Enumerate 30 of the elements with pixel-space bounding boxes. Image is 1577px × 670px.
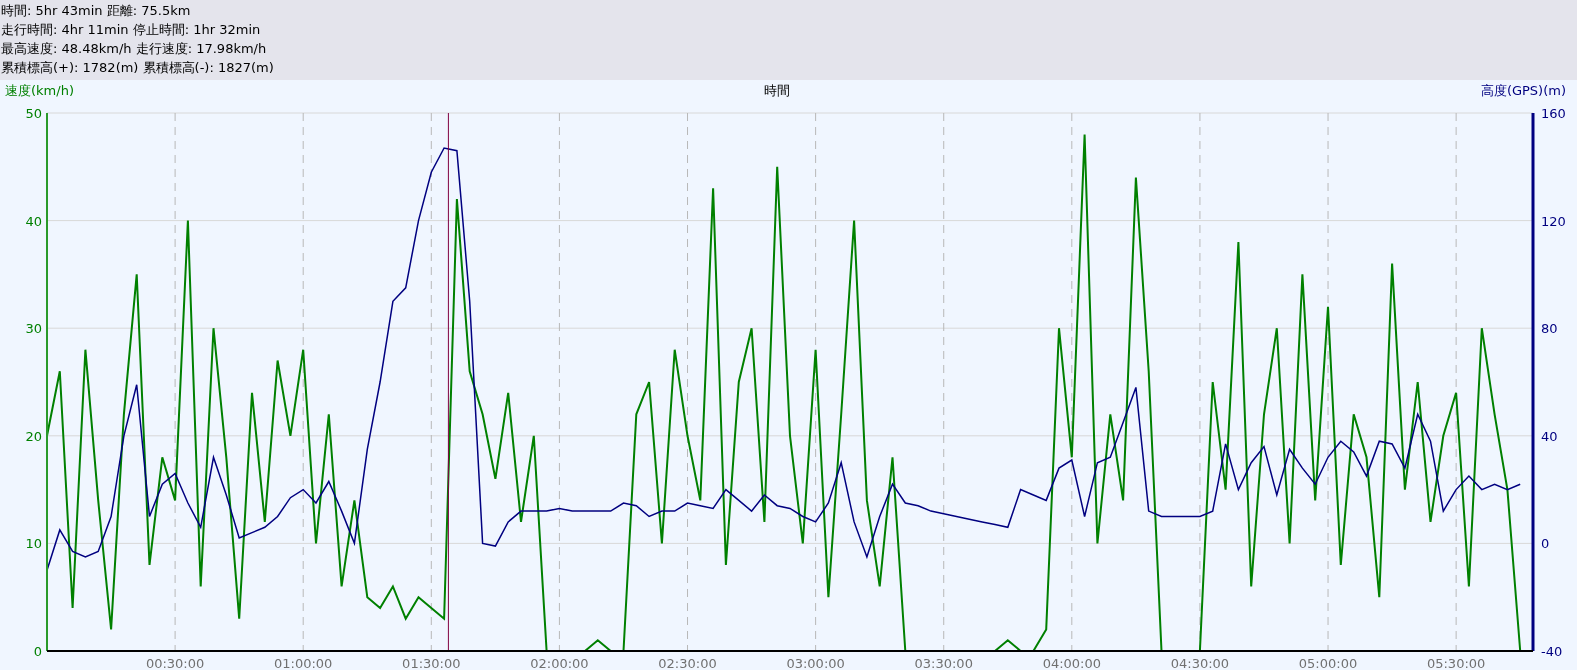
altitude-axis-label: 高度(GPS)(m) — [1480, 82, 1567, 101]
time-tick-label: 02:30:00 — [658, 656, 717, 670]
time-tick-label: 02:00:00 — [530, 656, 589, 670]
time-tick-label: 01:30:00 — [402, 656, 461, 670]
speed-axis-label: 速度(km/h) — [5, 82, 74, 101]
altitude-tick-label: 160 — [1541, 106, 1566, 121]
summary-line: 累積標高(+): 1782(m) 累積標高(-): 1827(m) — [1, 59, 275, 77]
speed-tick-label: 20 — [25, 428, 42, 444]
summary-line: 時間: 5hr 43min 距離: 75.5km — [1, 2, 192, 20]
time-tick-label: 04:00:00 — [1042, 656, 1101, 670]
time-axis-label: 時間 — [764, 82, 791, 101]
summary-line: 最高速度: 48.48km/h 走行速度: 17.98km/h — [1, 40, 268, 58]
speed-tick-label: 10 — [25, 536, 42, 552]
altitude-tick-label: 80 — [1541, 321, 1558, 337]
altitude-tick-label: -40 — [1541, 644, 1563, 659]
speed-tick-label: 40 — [25, 213, 42, 229]
speed-tick-label: 0 — [33, 644, 42, 659]
time-tick-label: 05:00:00 — [1298, 656, 1358, 670]
altitude-tick-label: 0 — [1541, 536, 1550, 552]
speed-tick-label: 50 — [25, 106, 42, 121]
altitude-tick-label: 40 — [1541, 428, 1558, 444]
time-tick-label: 05:30:00 — [1426, 656, 1486, 670]
time-tick-label: 03:00:00 — [786, 656, 845, 670]
summary-line: 走行時間: 4hr 11min 停止時間: 1hr 32min — [1, 21, 262, 39]
time-tick-label: 03:30:00 — [914, 656, 973, 670]
time-tick-label: 01:00:00 — [274, 656, 333, 670]
altitude-tick-label: 120 — [1541, 213, 1566, 229]
time-tick-label: 04:30:00 — [1170, 656, 1230, 670]
speed-tick-label: 30 — [25, 321, 42, 337]
time-tick-label: 00:30:00 — [145, 656, 205, 670]
